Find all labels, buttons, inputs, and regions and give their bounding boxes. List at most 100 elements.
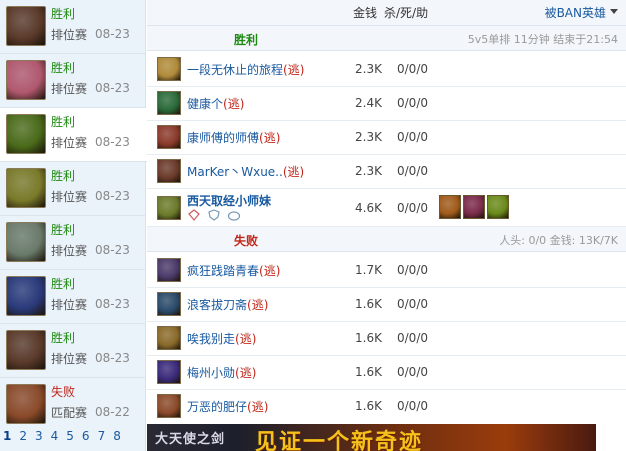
player-kda: 0/0/0 (397, 331, 428, 345)
player-row: 唉我别走(逃) 1.6K 0/0/0 (147, 322, 626, 356)
pagination: 1 2 3 4 5 6 7 8 (3, 429, 121, 447)
champion-avatar (6, 114, 46, 154)
team-lose-header: 失败 人头: 0/0 金钱: 13K/7K (147, 227, 626, 252)
player-kda: 0/0/0 (397, 130, 428, 144)
player-name[interactable]: 康师傅的师傅(逃) (187, 129, 280, 146)
champion-icon (157, 326, 181, 350)
player-name[interactable]: 万恶的肥仔(逃) (187, 398, 268, 415)
champion-avatar (6, 222, 46, 262)
shield-icon[interactable] (207, 209, 221, 221)
player-name[interactable]: 一段无休止的旅程(逃) (187, 61, 304, 78)
chevron-down-icon[interactable] (610, 9, 618, 14)
match-item[interactable]: 胜利 排位赛 08-23 (0, 216, 146, 270)
gold-column-header: 金钱 (353, 6, 378, 20)
match-result: 胜利 (51, 115, 76, 129)
page-link[interactable]: 3 (35, 429, 43, 447)
item-icon[interactable] (439, 195, 461, 219)
player-gold: 2.3K (355, 164, 382, 178)
player-gold: 4.6K (355, 201, 382, 215)
item-icon[interactable] (487, 195, 509, 219)
item-icon[interactable] (463, 195, 485, 219)
champion-avatar (6, 330, 46, 370)
match-result: 胜利 (51, 277, 76, 291)
banner-game-title: 大天使之剑 (155, 432, 226, 447)
player-row: 浪客拔刀斋(逃) 1.6K 0/0/0 (147, 288, 626, 322)
match-item[interactable]: 胜利 排位赛 08-23 (0, 162, 146, 216)
match-mode: 排位赛 (51, 28, 88, 42)
honor-badges (187, 209, 241, 221)
player-row: 疯狂践踏青春(逃) 1.7K 0/0/0 (147, 254, 626, 288)
player-kda: 0/0/0 (397, 297, 428, 311)
match-result: 胜利 (51, 223, 76, 237)
player-kda: 0/0/0 (397, 399, 428, 413)
champion-icon (157, 57, 181, 81)
match-detail-panel: 金钱 杀/死/助 被BAN英雄 胜利 5v5单排 11分钟 结束于21:54 一… (147, 0, 626, 451)
player-name[interactable]: 西天取经小师妹 (187, 192, 271, 209)
player-kda: 0/0/0 (397, 164, 428, 178)
champion-icon (157, 91, 181, 115)
player-name[interactable]: 梅州小勋(逃) (187, 364, 256, 381)
match-item[interactable]: 胜利 排位赛 08-23 (0, 54, 146, 108)
player-gold: 2.4K (355, 96, 382, 110)
champion-avatar (6, 60, 46, 100)
champion-icon (157, 159, 181, 183)
ad-banner[interactable]: 大天使之剑 见证一个新奇迹 (147, 424, 596, 451)
honor-icon[interactable] (187, 209, 201, 221)
champion-avatar (6, 168, 46, 208)
match-mode: 排位赛 (51, 244, 88, 258)
page-link[interactable]: 1 (3, 429, 11, 447)
match-date: 08-23 (95, 297, 130, 311)
champion-avatar (6, 384, 46, 424)
champion-icon (157, 258, 181, 282)
player-name[interactable]: 疯狂践踏青春(逃) (187, 262, 280, 279)
player-gold: 1.6K (355, 365, 382, 379)
player-name[interactable]: MarKer丶Wxue..(逃) (187, 163, 304, 180)
banner-slogan: 见证一个新奇迹 (255, 430, 424, 451)
champion-icon (157, 292, 181, 316)
thumb-icon[interactable] (227, 209, 241, 221)
champion-avatar (6, 6, 46, 46)
match-item[interactable]: 胜利 排位赛 08-23 (0, 0, 146, 54)
player-kda: 0/0/0 (397, 365, 428, 379)
match-mode: 排位赛 (51, 82, 88, 96)
player-name[interactable]: 唉我别走(逃) (187, 330, 256, 347)
champion-icon (157, 125, 181, 149)
player-row-self: 西天取经小师妹 4.6K 0/0/0 (147, 189, 626, 227)
kda-column-header: 杀/死/助 (384, 6, 429, 20)
player-name[interactable]: 健康个(逃) (187, 95, 244, 112)
player-gold: 1.6K (355, 399, 382, 413)
player-gold: 2.3K (355, 130, 382, 144)
banned-heroes-dropdown[interactable]: 被BAN英雄 (545, 4, 606, 21)
champion-avatar (6, 276, 46, 316)
player-name[interactable]: 浪客拔刀斋(逃) (187, 296, 268, 313)
player-gold: 1.7K (355, 263, 382, 277)
page-link[interactable]: 8 (113, 429, 121, 447)
page-link[interactable]: 2 (19, 429, 27, 447)
match-date: 08-23 (95, 351, 130, 365)
match-result: 胜利 (51, 7, 76, 21)
player-gold: 1.6K (355, 297, 382, 311)
match-item[interactable]: 胜利 排位赛 08-23 (0, 270, 146, 324)
match-info: 5v5单排 11分钟 结束于21:54 (467, 33, 618, 46)
page-link[interactable]: 4 (51, 429, 59, 447)
match-date: 08-22 (95, 405, 130, 419)
player-kda: 0/0/0 (397, 263, 428, 277)
champion-icon (157, 394, 181, 418)
player-row: 一段无休止的旅程(逃) 2.3K 0/0/0 (147, 53, 626, 87)
page-link[interactable]: 5 (66, 429, 74, 447)
page-link[interactable]: 7 (98, 429, 106, 447)
match-item[interactable]: 失败 匹配赛 08-22 (0, 378, 146, 432)
match-item-selected[interactable]: 胜利 排位赛 08-23 (0, 108, 147, 162)
player-gold: 2.3K (355, 62, 382, 76)
champion-icon (157, 196, 181, 220)
team-win-header: 胜利 5v5单排 11分钟 结束于21:54 (147, 26, 626, 51)
item-list (439, 195, 509, 219)
player-row: 万恶的肥仔(逃) 1.6K 0/0/0 (147, 390, 626, 424)
page-link[interactable]: 6 (82, 429, 90, 447)
player-row: 康师傅的师傅(逃) 2.3K 0/0/0 (147, 121, 626, 155)
team-stats: 人头: 0/0 金钱: 13K/7K (499, 234, 618, 247)
match-result: 胜利 (51, 331, 76, 345)
match-date: 08-23 (95, 189, 130, 203)
champion-icon (157, 360, 181, 384)
match-item[interactable]: 胜利 排位赛 08-23 (0, 324, 146, 378)
